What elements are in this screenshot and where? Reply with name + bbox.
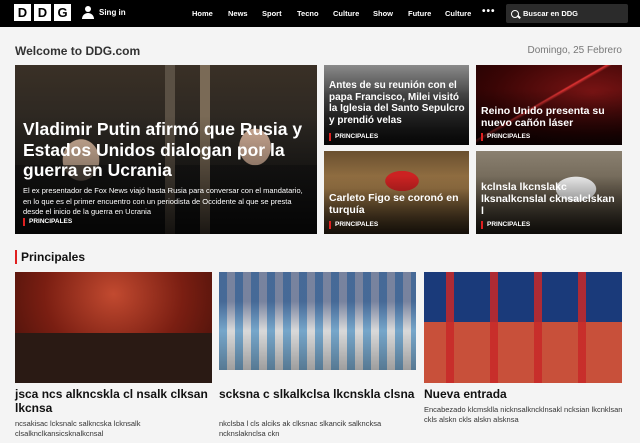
studio-image xyxy=(15,272,212,383)
news-tile[interactable]: Reino Unido presenta su nuevo cañón láse… xyxy=(476,65,622,145)
nav-future[interactable]: Future xyxy=(408,9,431,18)
user-icon xyxy=(82,6,94,19)
search-icon xyxy=(511,9,519,18)
section-title: Principales xyxy=(15,250,85,264)
tile-tag[interactable]: PRINCIPALES xyxy=(481,133,530,141)
article-title[interactable]: jsca ncs alkncskla cl nsalk clksan lkcns… xyxy=(15,387,215,415)
current-date: Domingo, 25 Febrero xyxy=(527,45,623,56)
nav-home[interactable]: Home xyxy=(192,9,213,18)
tile-title[interactable]: Reino Unido presenta su nuevo cañón láse… xyxy=(481,105,619,129)
top-navigation-bar: D D G Sing in Home News Sport Tecno Cult… xyxy=(0,0,640,27)
welcome-heading: Welcome to DDG.com xyxy=(15,44,141,58)
nav-culture-2[interactable]: Culture xyxy=(445,9,471,18)
football-image-detail xyxy=(219,272,416,370)
article-image[interactable] xyxy=(15,272,212,383)
nav-news[interactable]: News xyxy=(228,9,248,18)
tile-title[interactable]: Carleto Figo se coronó en turquía xyxy=(329,192,467,216)
more-menu-icon[interactable]: ••• xyxy=(482,6,496,17)
athletics-image-detail xyxy=(424,272,622,383)
tile-tag[interactable]: PRINCIPALES xyxy=(329,133,378,141)
article-title[interactable]: Nueva entrada xyxy=(424,387,624,402)
article-title[interactable]: scksna c slkalkclsa lkcnskla clsna xyxy=(219,387,419,402)
article-image[interactable] xyxy=(219,272,416,370)
nav-sport[interactable]: Sport xyxy=(262,9,282,18)
logo-letter: D xyxy=(34,4,51,21)
article-description: ncsakisac lcksnalc salkncska lcknsalk cl… xyxy=(15,419,141,438)
search-placeholder: Buscar en DDG xyxy=(523,9,579,18)
article-image[interactable] xyxy=(424,272,622,383)
logo-letter: G xyxy=(54,4,71,21)
sign-in-button[interactable]: Sing in xyxy=(82,6,126,19)
news-tile[interactable]: Carleto Figo se coronó en turquía PRINCI… xyxy=(324,151,469,234)
article-description: Encabezado klcmsklla nicknsalkncklnsakl … xyxy=(424,405,623,424)
article-description: nkclsba l cls alciks ak clksnac slkancik… xyxy=(219,419,382,438)
tile-title[interactable]: kclnsla lkcnslakc lksnalkcnslal cknsalcl… xyxy=(481,181,619,217)
hero-card[interactable]: Vladimir Putin afirmó que Rusia y Estado… xyxy=(15,65,317,234)
nav-culture[interactable]: Culture xyxy=(333,9,359,18)
search-box[interactable]: Buscar en DDG xyxy=(506,4,628,23)
logo-letter: D xyxy=(14,4,31,21)
nav-tecno[interactable]: Tecno xyxy=(297,9,319,18)
nav-show[interactable]: Show xyxy=(373,9,393,18)
ddg-logo[interactable]: D D G xyxy=(14,4,71,21)
news-tile[interactable]: Antes de su reunión con el papa Francisc… xyxy=(324,65,469,145)
hero-title[interactable]: Vladimir Putin afirmó que Rusia y Estado… xyxy=(23,119,313,181)
tile-tag[interactable]: PRINCIPALES xyxy=(481,221,530,229)
news-tile[interactable]: kclnsla lkcnslakc lksnalkcnslal cknsalcl… xyxy=(476,151,622,234)
hero-description: El ex presentador de Fox News viajó hast… xyxy=(23,186,303,216)
sign-in-label: Sing in xyxy=(99,8,126,17)
hero-tag[interactable]: PRINCIPALES xyxy=(23,218,72,226)
tile-title[interactable]: Antes de su reunión con el papa Francisc… xyxy=(329,80,467,126)
tile-tag[interactable]: PRINCIPALES xyxy=(329,221,378,229)
